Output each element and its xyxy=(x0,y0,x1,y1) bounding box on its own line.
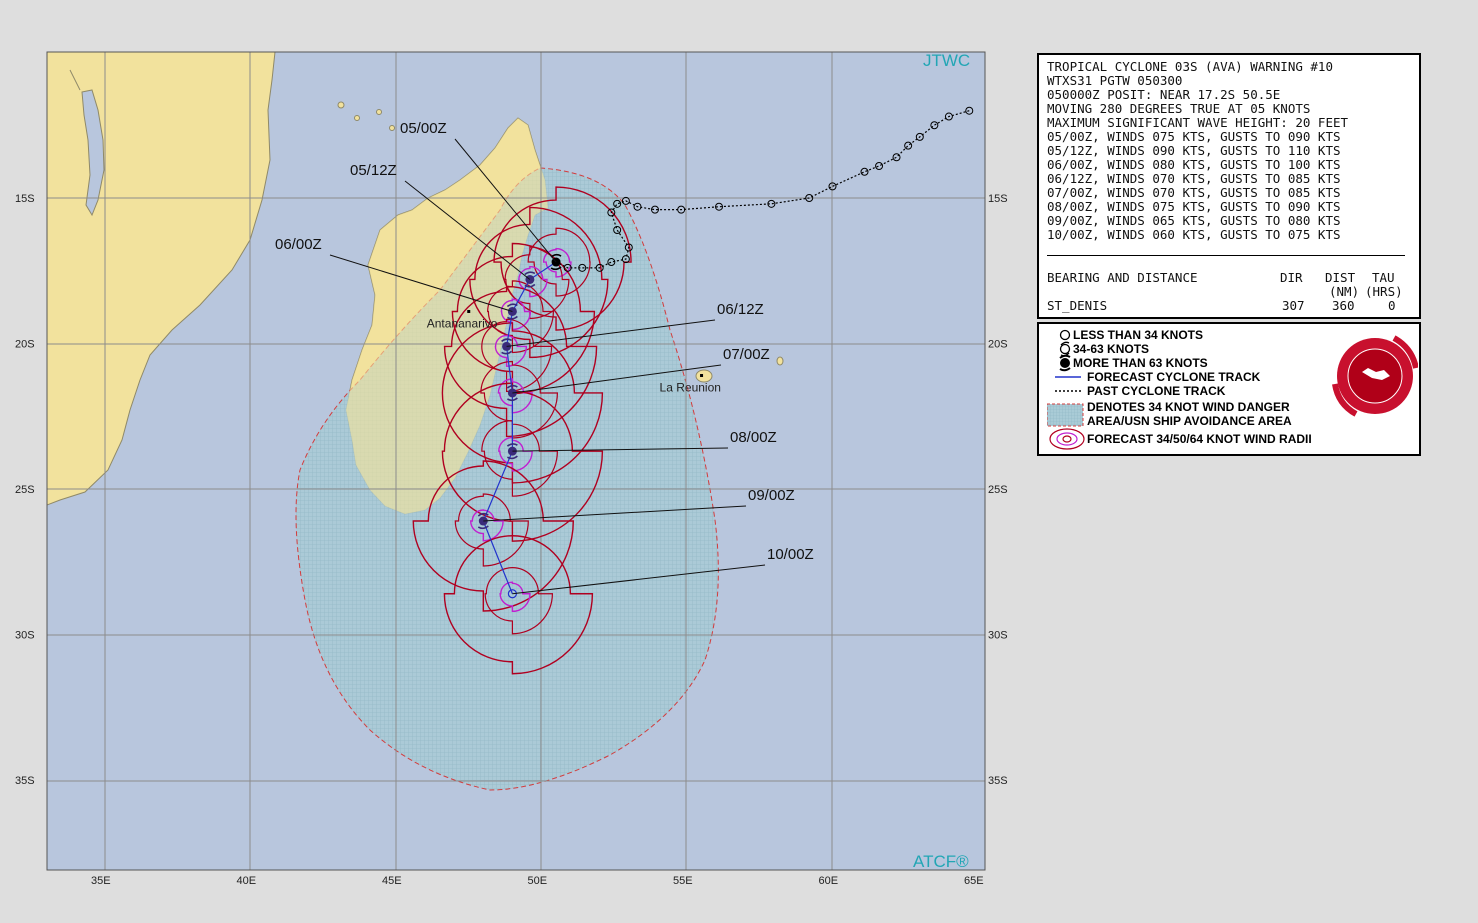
lat-tick-label: 20S xyxy=(15,339,35,351)
more-than-63-icon xyxy=(1059,354,1071,372)
agency-label: JTWC xyxy=(923,51,970,70)
lon-tick-label: 35E xyxy=(91,875,111,887)
col-dist: DIST xyxy=(1325,270,1356,285)
lat-tick-label: 25S xyxy=(988,484,1008,496)
legend-danger-1: DENOTES 34 KNOT WIND DANGER xyxy=(1087,400,1290,414)
lat-axis-right: 15S 20S 25S 30S 35S xyxy=(988,193,1008,787)
info-line: TROPICAL CYCLONE 03S (AVA) WARNING #10 xyxy=(1047,59,1333,74)
lat-axis-left: 15S 20S 25S 30S 35S xyxy=(15,193,35,787)
legend-danger-2: AREA/USN SHIP AVOIDANCE AREA xyxy=(1087,414,1292,428)
jtwc-logo xyxy=(1332,335,1418,417)
legend-box: LESS THAN 34 KNOTS 34-63 KNOTS MORE THAN… xyxy=(1037,322,1421,456)
legend-forecast-track: FORECAST CYCLONE TRACK xyxy=(1087,370,1261,384)
place-label: La Reunion xyxy=(660,381,721,395)
wind-radii-icon xyxy=(1049,428,1085,450)
forecast-time-label: 05/12Z xyxy=(350,162,397,179)
info-line: 050000Z POSIT: NEAR 17.2S 50.5E xyxy=(1047,87,1281,102)
info-line: 06/00Z, WINDS 080 KTS, GUSTS TO 100 KTS xyxy=(1047,157,1341,172)
info-line: MAXIMUM SIGNIFICANT WAVE HEIGHT: 20 FEET xyxy=(1047,115,1349,130)
legend-less-34: LESS THAN 34 KNOTS xyxy=(1073,328,1204,342)
place-marker xyxy=(467,309,471,313)
forecast-time-label: 06/00Z xyxy=(275,236,322,253)
info-line: 08/00Z, WINDS 075 KTS, GUSTS TO 090 KTS xyxy=(1047,199,1341,214)
forecast-time-label: 09/00Z xyxy=(748,487,795,504)
lon-axis: 35E 40E 45E 50E 55E 60E 65E xyxy=(91,875,984,887)
info-line: 10/00Z, WINDS 060 KTS, GUSTS TO 075 KTS xyxy=(1047,227,1341,242)
warning-info-box: TROPICAL CYCLONE 03S (AVA) WARNING #10 WT… xyxy=(1037,53,1421,319)
info-line: 05/12Z, WINDS 090 KTS, GUSTS TO 110 KTS xyxy=(1047,143,1341,158)
lat-tick-label: 35S xyxy=(15,775,35,787)
lat-tick-label: 15S xyxy=(988,193,1008,205)
info-line: 09/00Z, WINDS 065 KTS, GUSTS TO 080 KTS xyxy=(1047,213,1341,228)
lon-tick-label: 65E xyxy=(964,875,984,887)
lon-tick-label: 50E xyxy=(528,875,548,887)
row-dist: 360 xyxy=(1332,298,1355,313)
lon-tick-label: 55E xyxy=(673,875,693,887)
col-tau: TAU xyxy=(1372,270,1395,285)
place-marker xyxy=(700,374,704,378)
info-line: 06/12Z, WINDS 070 KTS, GUSTS TO 085 KTS xyxy=(1047,171,1341,186)
info-line: 05/00Z, WINDS 075 KTS, GUSTS TO 090 KTS xyxy=(1047,129,1341,144)
lat-tick-label: 25S xyxy=(15,484,35,496)
legend-past-track: PAST CYCLONE TRACK xyxy=(1087,384,1226,398)
row-dir: 307 xyxy=(1282,298,1305,313)
row-name: ST_DENIS xyxy=(1047,298,1108,313)
danger-area-icon xyxy=(1047,403,1084,427)
lat-tick-label: 30S xyxy=(988,630,1008,642)
lon-tick-label: 45E xyxy=(382,875,402,887)
divider xyxy=(1047,255,1405,256)
unit-nm: (NM) xyxy=(1329,284,1360,299)
lon-tick-label: 40E xyxy=(237,875,257,887)
legend-wind-radii: FORECAST 34/50/64 KNOT WIND RADII xyxy=(1087,432,1312,446)
lat-tick-label: 35S xyxy=(988,775,1008,787)
forecast-time-label: 07/00Z xyxy=(723,346,770,363)
forecast-time-label: 06/12Z xyxy=(717,301,764,318)
place-label: Antananarivo xyxy=(427,316,498,330)
forecast-time-label: 08/00Z xyxy=(730,429,777,446)
legend-34-63: 34-63 KNOTS xyxy=(1073,342,1150,356)
lat-tick-label: 30S xyxy=(15,630,35,642)
row-tau: 0 xyxy=(1388,298,1396,313)
lat-tick-label: 15S xyxy=(15,193,35,205)
unit-hrs: (HRS) xyxy=(1365,284,1403,299)
info-line: WTXS31 PGTW 050300 xyxy=(1047,73,1183,88)
legend-more-63: MORE THAN 63 KNOTS xyxy=(1073,356,1208,370)
col-dir: DIR xyxy=(1280,270,1303,285)
table-header-left: BEARING AND DISTANCE xyxy=(1047,270,1198,285)
forecast-time-label: 05/00Z xyxy=(400,120,447,137)
lon-tick-label: 60E xyxy=(819,875,839,887)
info-line: MOVING 280 DEGREES TRUE AT 05 KNOTS xyxy=(1047,101,1311,116)
lat-tick-label: 20S xyxy=(988,339,1008,351)
34-63-icon xyxy=(1059,341,1071,357)
atcf-label: ATCF® xyxy=(913,852,969,871)
info-line: 07/00Z, WINDS 070 KTS, GUSTS TO 085 KTS xyxy=(1047,185,1341,200)
forecast-time-label: 10/00Z xyxy=(767,546,814,563)
less-than-34-icon xyxy=(1059,329,1071,341)
mauritius-island xyxy=(776,356,784,366)
